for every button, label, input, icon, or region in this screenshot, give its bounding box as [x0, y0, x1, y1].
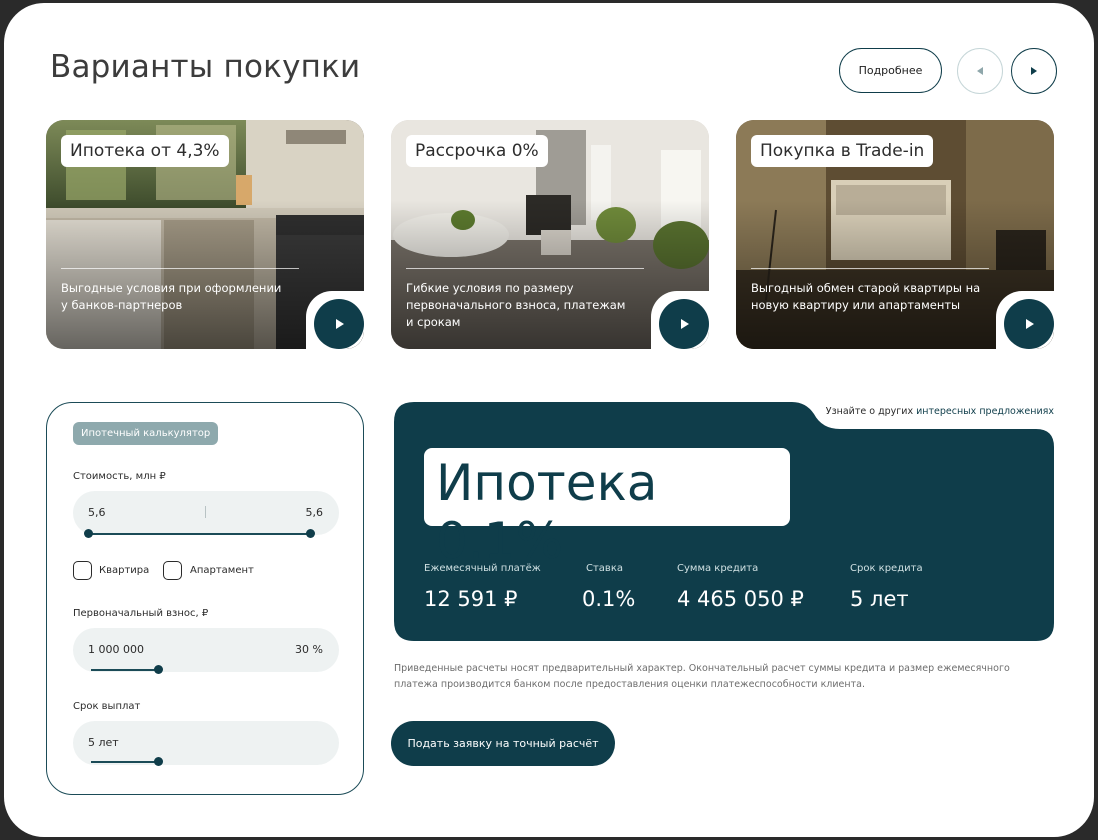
play-icon — [681, 319, 689, 329]
card-description: Выгодные условия при оформлении у банков… — [61, 281, 282, 312]
down-payment-slider-track[interactable] — [91, 669, 159, 671]
down-payment-label: Первоначальный взнос, ₽ — [73, 608, 209, 619]
apartment-type-label: Квартира — [99, 565, 150, 576]
page-title: Варианты покупки — [50, 49, 361, 85]
other-offers-link-highlight: интересных предложениях — [916, 406, 1054, 417]
apart-hotel-type-label: Апартамент — [190, 565, 254, 576]
card-tag: Ипотека от 4,3% — [61, 135, 229, 167]
mortgage-calculator: Ипотечный калькулятор Стоимость, млн ₽ 5… — [46, 402, 364, 795]
term-slider-track[interactable] — [91, 761, 159, 763]
price-slider-track[interactable] — [89, 533, 311, 535]
apart-hotel-type-checkbox[interactable] — [163, 561, 182, 580]
submit-application-button[interactable]: Подать заявку на точный расчёт — [391, 721, 615, 766]
loan-term-label: Срок кредита — [850, 563, 923, 574]
headline-badge: Ипотека 0.1% — [424, 448, 790, 570]
term-value: 5 лет — [88, 736, 119, 749]
monthly-payment-value: 12 591 ₽ — [424, 587, 518, 611]
card-description: Выгодный обмен старой квартиры на новую … — [751, 281, 981, 312]
disclaimer-text: Приведенные расчеты носят предварительны… — [394, 663, 1010, 690]
term-field[interactable]: 5 лет — [73, 721, 339, 765]
card-play-button[interactable] — [314, 299, 364, 349]
offer-card-installment[interactable]: Рассрочка 0% Гибкие условия по размеру п… — [391, 120, 709, 349]
page-frame: Варианты покупки Подробнее Ипотека от 4,… — [4, 3, 1094, 837]
offer-card-trade-in[interactable]: Покупка в Trade-in Выгодный обмен старой… — [736, 120, 1054, 349]
divider — [205, 506, 206, 518]
offer-card-mortgage[interactable]: Ипотека от 4,3% Выгодные условия при офо… — [46, 120, 364, 349]
price-max-value: 5,6 — [305, 506, 324, 519]
more-button[interactable]: Подробнее — [839, 48, 942, 93]
result-headline: Ипотека 0.1% — [436, 454, 658, 570]
card-play-button[interactable] — [659, 299, 709, 349]
down-payment-slider-handle[interactable] — [154, 665, 163, 674]
down-payment-value: 1 000 000 — [88, 643, 144, 656]
price-slider-min-handle[interactable] — [84, 529, 93, 538]
other-offers-link[interactable]: Узнайте о других интересных предложениях — [826, 406, 1054, 417]
price-slider-max-handle[interactable] — [306, 529, 315, 538]
price-range-field[interactable]: 5,6 5,6 — [73, 491, 339, 535]
rate-value: 0.1% — [582, 587, 636, 611]
rate-label: Ставка — [586, 563, 623, 574]
term-label: Срок выплат — [73, 701, 141, 712]
price-label: Стоимость, млн ₽ — [73, 471, 166, 482]
chevron-left-icon — [977, 67, 983, 75]
next-slide-button[interactable] — [1011, 48, 1057, 94]
card-play-button[interactable] — [1004, 299, 1054, 349]
divider — [751, 268, 989, 269]
price-min-value: 5,6 — [88, 506, 106, 519]
card-tag: Покупка в Trade-in — [751, 135, 934, 167]
play-icon — [1026, 319, 1034, 329]
loan-amount-value: 4 465 050 ₽ — [677, 587, 804, 611]
loan-amount-label: Сумма кредита — [677, 563, 759, 574]
loan-term-value: 5 лет — [850, 587, 909, 611]
mortgage-result-panel: Узнайте о других интересных предложениях… — [394, 402, 1054, 641]
card-tag: Рассрочка 0% — [406, 135, 548, 167]
play-icon — [336, 319, 344, 329]
down-payment-percent: 30 % — [295, 643, 323, 656]
apartment-type-checkbox[interactable] — [73, 561, 92, 580]
prev-slide-button[interactable] — [957, 48, 1003, 94]
monthly-payment-label: Ежемесячный платёж — [424, 563, 541, 574]
divider — [61, 268, 299, 269]
chevron-right-icon — [1031, 67, 1037, 75]
down-payment-field[interactable]: 1 000 000 30 % — [73, 628, 339, 672]
other-offers-link-prefix: Узнайте о других — [825, 406, 917, 417]
calculator-tag: Ипотечный калькулятор — [73, 422, 219, 445]
term-slider-handle[interactable] — [154, 757, 163, 766]
card-description: Гибкие условия по размеру первоначальног… — [406, 281, 626, 329]
divider — [406, 268, 644, 269]
